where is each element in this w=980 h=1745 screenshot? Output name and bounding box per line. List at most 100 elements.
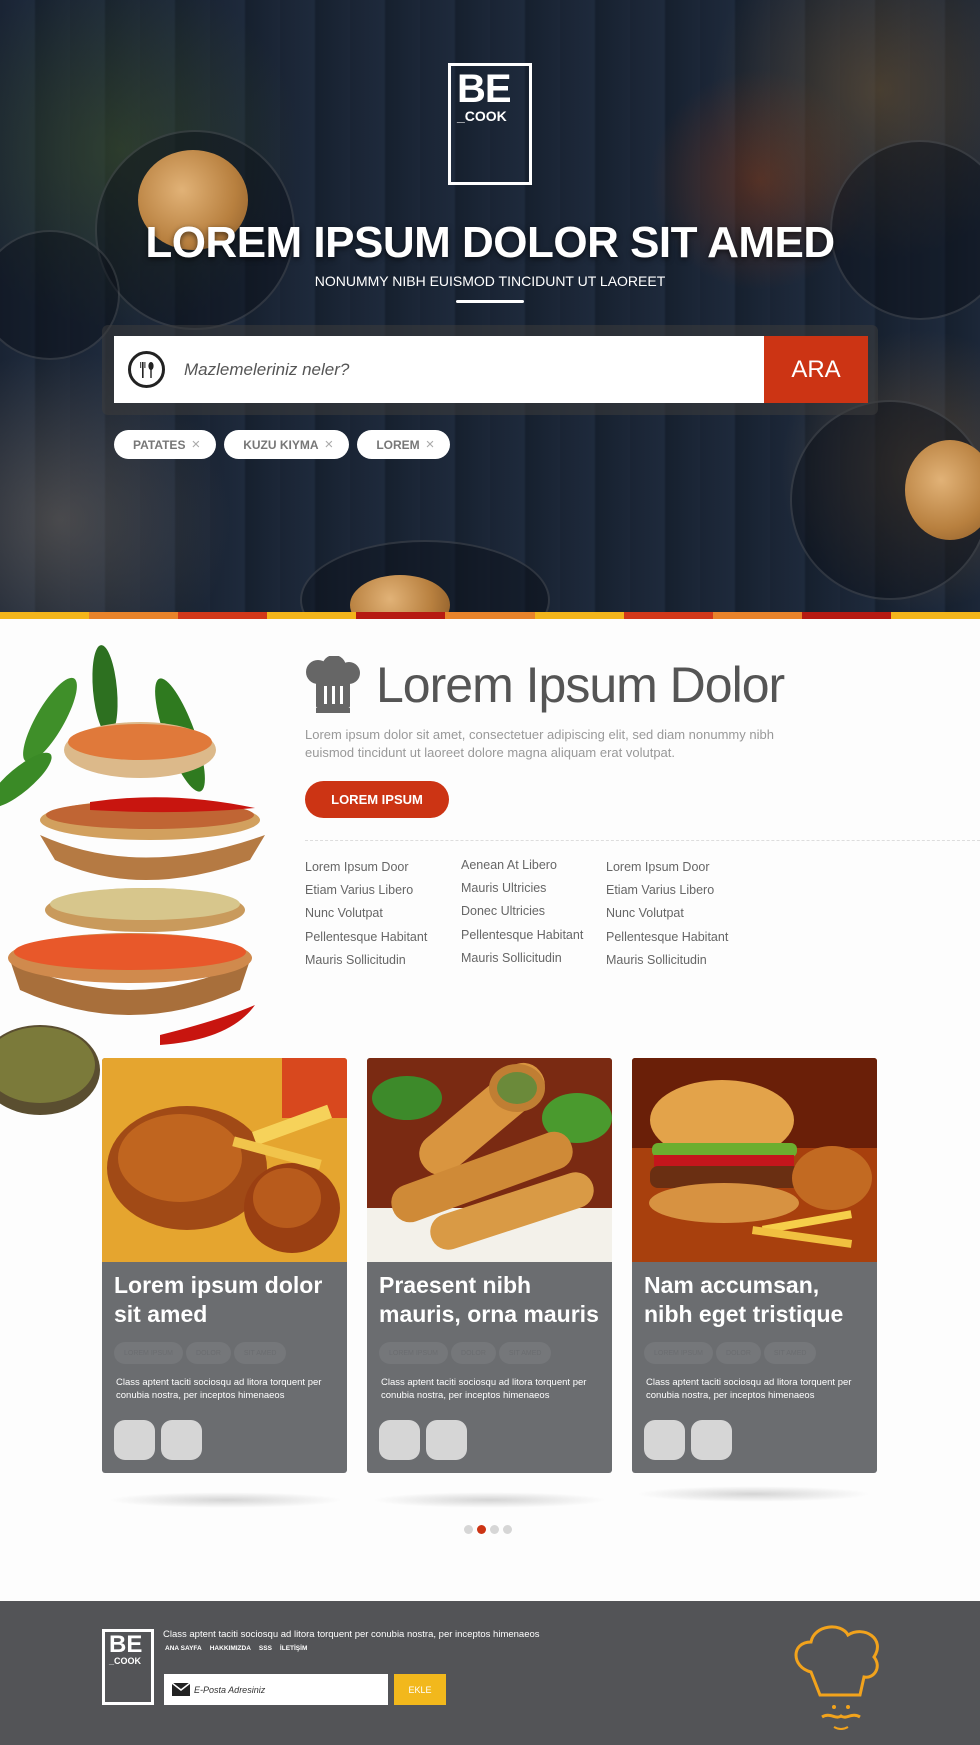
card-shadow [636, 1486, 871, 1502]
card-tags: LOREM IPSUM DOLOR SIT AMED [379, 1342, 552, 1364]
card-tag[interactable]: LOREM IPSUM [644, 1342, 714, 1364]
card-action-button[interactable] [426, 1420, 467, 1460]
card-title[interactable]: Lorem ipsum dolor sit amed [114, 1271, 339, 1329]
stripe-segment [89, 612, 179, 619]
page: BE _COOK LOREM IPSUM DOLOR SIT AMED NONU… [0, 0, 980, 1745]
stripe-segment [0, 612, 90, 619]
burger-image [632, 1058, 877, 1262]
footer-text: Class aptent taciti sociosqu ad litora t… [163, 1629, 540, 1640]
category-link[interactable]: Pellentesque Habitant [461, 928, 583, 951]
email-input[interactable] [194, 1674, 384, 1705]
footer-logo[interactable]: BE _COOK [102, 1629, 154, 1705]
ingredient-tag[interactable]: LOREM × [357, 430, 451, 459]
card-action-button[interactable] [379, 1420, 420, 1460]
tag-label: PATATES [133, 437, 186, 452]
category-link[interactable]: Lorem Ipsum Door [305, 860, 427, 883]
card-shadow [372, 1492, 607, 1508]
ingredient-tag[interactable]: KUZU KIYMA × [224, 430, 350, 459]
card-tag[interactable]: DOLOR [186, 1342, 231, 1364]
stripe-segment [356, 612, 446, 619]
card-actions [114, 1420, 202, 1460]
close-icon[interactable]: × [426, 436, 435, 453]
close-icon[interactable]: × [325, 436, 334, 453]
card-action-button[interactable] [691, 1420, 732, 1460]
category-link[interactable]: Lorem Ipsum Door [606, 860, 728, 883]
newsletter-field [164, 1674, 388, 1705]
logo-be: BE [109, 1631, 143, 1658]
card-action-button[interactable] [644, 1420, 685, 1460]
category-link[interactable]: Aenean At Libero [461, 858, 583, 881]
search-input[interactable] [184, 336, 744, 403]
spring-rolls-image [367, 1058, 612, 1262]
category-link[interactable]: Mauris Sollicitudin [305, 953, 427, 976]
card-tag[interactable]: LOREM IPSUM [379, 1342, 449, 1364]
card-description: Class aptent taciti sociosqu ad litora t… [116, 1377, 322, 1401]
carousel-pagination [464, 1525, 512, 1534]
card-action-button[interactable] [114, 1420, 155, 1460]
card-tag[interactable]: SIT AMED [233, 1342, 287, 1364]
stripe-segment [890, 612, 980, 619]
card-title[interactable]: Praesent nibh mauris, orna mauris [379, 1271, 604, 1329]
logo-cook: _COOK [457, 108, 507, 124]
card-title[interactable]: Nam accumsan, nibh eget tristique [644, 1271, 869, 1329]
card-tag[interactable]: DOLOR [716, 1342, 761, 1364]
card-tag[interactable]: SIT AMED [763, 1342, 817, 1364]
recipe-card[interactable]: Lorem ipsum dolor sit amed LOREM IPSUM D… [102, 1058, 347, 1473]
pagination-dot[interactable] [503, 1525, 512, 1534]
hero-section: BE _COOK LOREM IPSUM DOLOR SIT AMED NONU… [0, 0, 980, 612]
tag-label: LOREM [376, 437, 420, 452]
category-link[interactable]: Pellentesque Habitant [606, 930, 728, 953]
footer-nav-contact[interactable]: İLETİŞİM [280, 1645, 307, 1652]
hero-subtitle: NONUMMY NIBH EUISMOD TINCIDUNT UT LAOREE… [314, 273, 666, 289]
hero-divider [456, 300, 524, 303]
card-actions [379, 1420, 467, 1460]
stripe-segment [534, 612, 624, 619]
card-action-button[interactable] [161, 1420, 202, 1460]
ingredient-tag[interactable]: PATATES × [114, 430, 217, 459]
color-stripe [0, 612, 980, 619]
close-icon[interactable]: × [191, 436, 200, 453]
card-description: Class aptent taciti sociosqu ad litora t… [646, 1377, 852, 1401]
intro-text: Lorem ipsum dolor sit amet, consectetuer… [305, 727, 774, 760]
stripe-segment [801, 612, 891, 619]
chef-hat-icon [306, 656, 360, 713]
footer-nav-about[interactable]: HAKKIMIZDA [210, 1645, 251, 1652]
tag-label: KUZU KIYMA [243, 437, 319, 452]
recipe-card[interactable]: Praesent nibh mauris, orna mauris LOREM … [367, 1058, 612, 1473]
pagination-dot[interactable] [477, 1525, 486, 1534]
category-link[interactable]: Etiam Varius Libero [305, 883, 427, 906]
category-link[interactable]: Mauris Sollicitudin [461, 951, 583, 974]
pagination-dot[interactable] [490, 1525, 499, 1534]
category-link[interactable]: Mauris Sollicitudin [606, 953, 728, 976]
stripe-segment [445, 612, 535, 619]
category-link[interactable]: Donec Ultricies [461, 904, 583, 927]
link-column-3: Lorem Ipsum Door Etiam Varius Libero Nun… [606, 860, 728, 976]
card-tag[interactable]: DOLOR [451, 1342, 496, 1364]
footer-nav-home[interactable]: ANA SAYFA [165, 1645, 202, 1652]
category-link[interactable]: Mauris Ultricies [461, 881, 583, 904]
footer-nav-faq[interactable]: SSS [259, 1645, 272, 1652]
category-link[interactable]: Etiam Varius Libero [606, 883, 728, 906]
footer-nav: ANA SAYFA HAKKIMIZDA SSS İLETİŞİM [165, 1645, 307, 1652]
lorem-ipsum-button[interactable]: LOREM IPSUM [305, 781, 449, 818]
pagination-dot[interactable] [464, 1525, 473, 1534]
chef-icon [794, 1625, 879, 1730]
category-link[interactable]: Pellentesque Habitant [305, 930, 427, 953]
category-link[interactable]: Nunc Volutpat [305, 906, 427, 929]
divider [305, 840, 980, 841]
stripe-segment [623, 612, 713, 619]
intro-title: Lorem Ipsum Dolor [376, 657, 785, 713]
stripe-segment [712, 612, 802, 619]
recipe-card[interactable]: Nam accumsan, nibh eget tristique LOREM … [632, 1058, 877, 1473]
subscribe-button[interactable]: EKLE [394, 1674, 446, 1705]
category-link[interactable]: Nunc Volutpat [606, 906, 728, 929]
roast-chicken-image [102, 1058, 347, 1262]
card-tag[interactable]: SIT AMED [498, 1342, 552, 1364]
brand-logo[interactable]: BE _COOK [448, 63, 532, 185]
footer: BE _COOK Class aptent taciti sociosqu ad… [0, 1601, 980, 1745]
search-button[interactable]: ARA [764, 336, 868, 403]
stripe-segment [178, 612, 268, 619]
card-tag[interactable]: LOREM IPSUM [114, 1342, 184, 1364]
search-box [114, 336, 764, 403]
hero-title: LOREM IPSUM DOLOR SIT AMED [145, 218, 835, 267]
